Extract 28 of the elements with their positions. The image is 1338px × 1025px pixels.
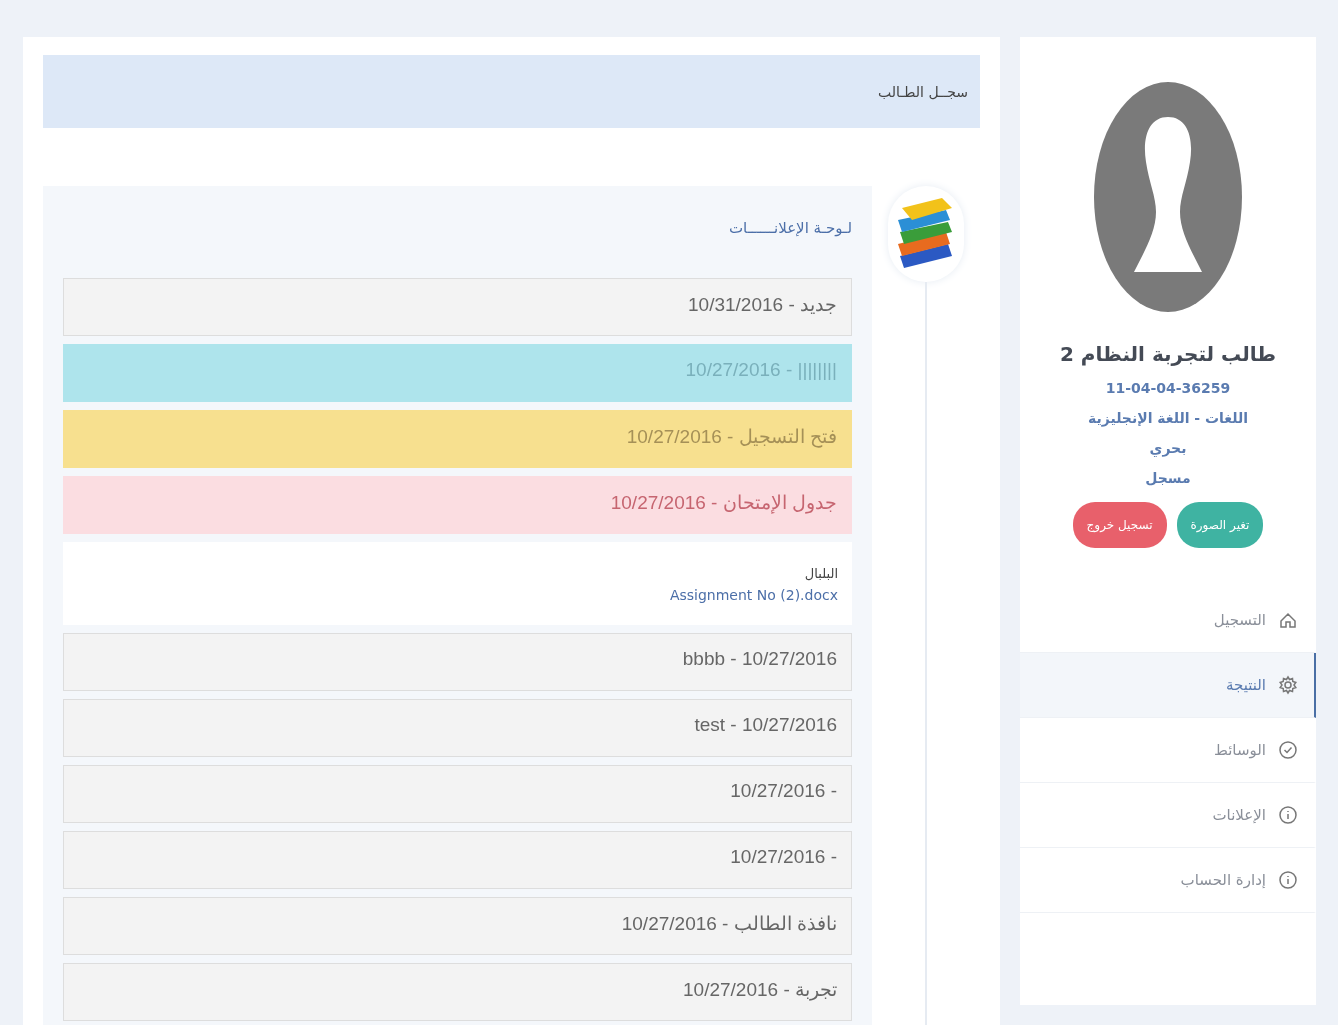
announcement-item[interactable]: bbbb - 10/27/2016 (63, 633, 852, 691)
check-circle-icon (1278, 740, 1298, 760)
announcement-item[interactable]: 10/27/2016 - تجربة (63, 963, 852, 1021)
info-icon (1278, 870, 1298, 890)
announcement-title: البلبال (804, 566, 838, 581)
status: مسجل (1145, 470, 1191, 486)
settings-icon (1278, 675, 1298, 695)
announcement-item[interactable]: 10/27/2016 - (63, 765, 852, 823)
home-icon (1278, 610, 1298, 630)
student-name: طالب لتجربة النظام 2 (1059, 342, 1277, 366)
announcement-item[interactable]: 10/27/2016 - نافذة الطالب (63, 897, 852, 955)
announcement-item[interactable]: 10/27/2016 - (63, 831, 852, 889)
change-photo-button[interactable]: تغير الصورة (1176, 502, 1264, 548)
avatar-silhouette-icon (1094, 82, 1242, 312)
attachment-link[interactable]: Assignment No (2).docx (669, 587, 838, 603)
branch: بحري (1149, 440, 1187, 456)
nav-item[interactable]: النتيجة (1020, 653, 1316, 718)
announcement-item[interactable]: 10/31/2016 - جديد (63, 278, 852, 336)
books-stack-icon (888, 186, 964, 282)
announcement-item[interactable]: test - 10/27/2016 (63, 699, 852, 757)
board-title: لـوحـة الإعلانــــــات (727, 218, 852, 239)
department: اللغات - اللغة الإنجليزية (1087, 410, 1249, 426)
student-id: 11-04-04-36259 (1105, 380, 1231, 396)
info-icon (1278, 805, 1298, 825)
logout-button[interactable]: تسجيل خروج (1072, 502, 1167, 548)
announcement-item[interactable]: 10/27/2016 - جدول الإمتحان (63, 476, 852, 534)
announcement-item[interactable]: 10/27/2016 - فتح التسجيل (63, 410, 852, 468)
page-title: سجــل الطـالب (43, 55, 980, 128)
